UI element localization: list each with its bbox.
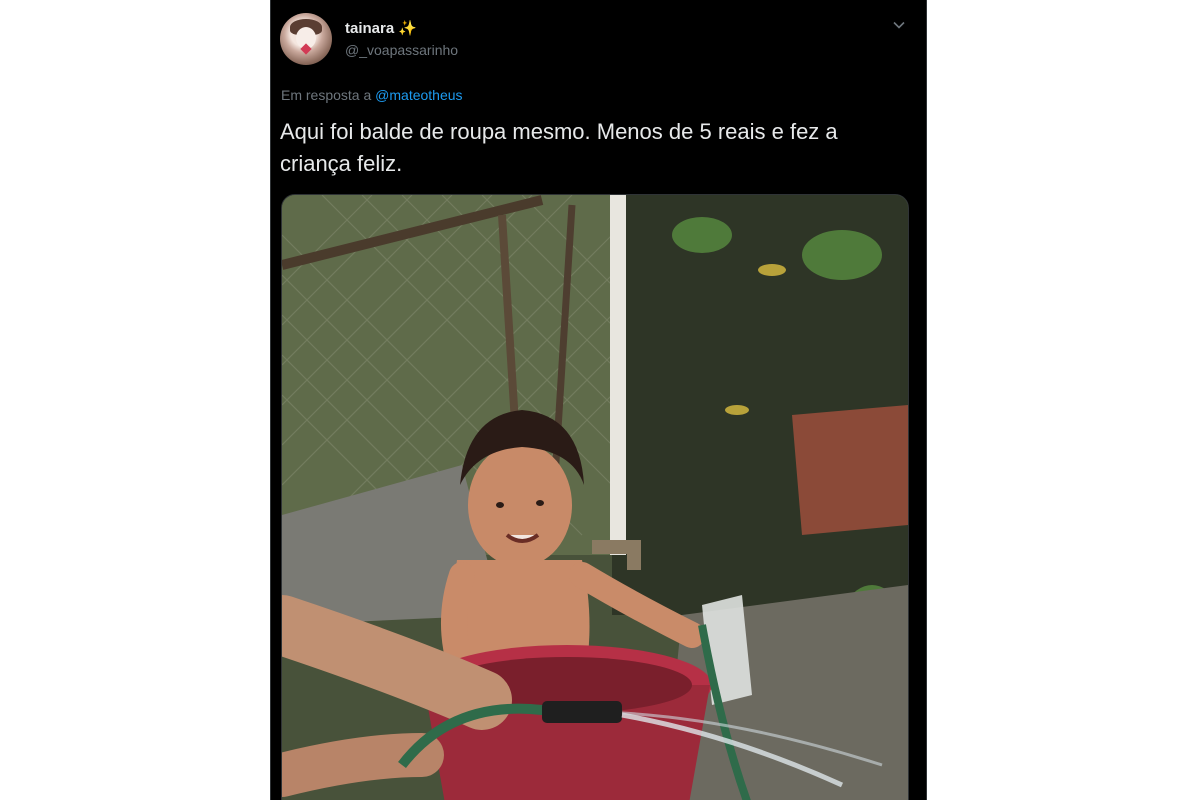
chevron-down-icon[interactable] [893, 18, 905, 30]
tweet-photo[interactable] [281, 194, 909, 800]
tweet-card: tainara ✨ @_voapassarinho Em resposta a … [270, 0, 927, 800]
tweet-border-left [270, 0, 271, 800]
profile-avatar[interactable] [280, 13, 332, 65]
author-name-text: tainara [345, 19, 395, 37]
reply-context: Em resposta a @mateotheus [281, 87, 463, 103]
photo-baby-in-bucket [282, 195, 908, 800]
author-handle[interactable]: @_voapassarinho [345, 42, 458, 58]
reply-mention-link[interactable]: @mateotheus [375, 87, 462, 103]
tweet-text: Aqui foi balde de roupa mesmo. Menos de … [280, 119, 838, 176]
author-display-name[interactable]: tainara ✨ [345, 19, 417, 38]
tweet-border-right [926, 0, 927, 800]
sparkles-icon: ✨ [398, 20, 417, 37]
reply-prefix: Em resposta a [281, 87, 372, 103]
